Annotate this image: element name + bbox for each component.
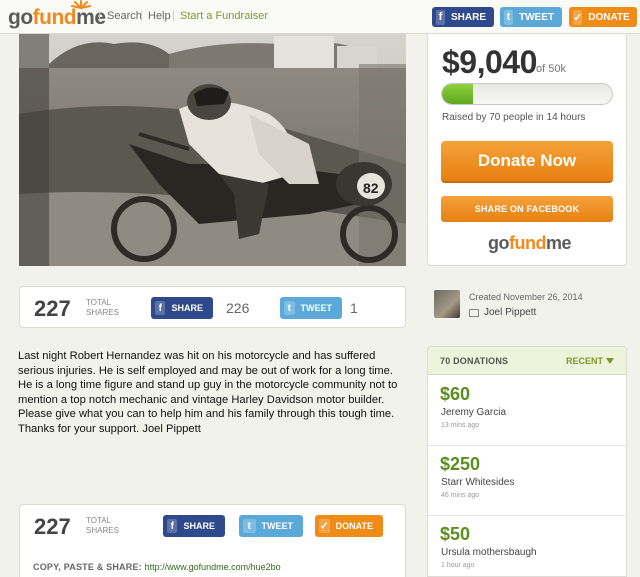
donation-item: $250 Starr Whitesides 46 mins ago [428,446,626,516]
copy-paste-share: COPY, PASTE & SHARE: http://www.gofundme… [33,562,281,572]
checkmark-icon: ✓ [319,519,330,533]
facebook-icon: f [155,301,166,315]
checkmark-icon: ✓ [573,9,583,25]
bottom-share-label: SHARE [183,521,215,531]
donation-item: $60 Jeremy Garcia 13 mins ago [428,376,626,446]
donor-name: Starr Whitesides [441,477,515,488]
share-on-facebook-button[interactable]: SHARE ON FACEBOOK [441,196,613,222]
facebook-icon: f [167,519,178,533]
motorcycle-rider-image: 82 [19,34,406,266]
twitter-icon: t [284,301,295,315]
sun-logo-icon [71,0,91,9]
donation-amount: $60 [440,384,471,404]
creator-avatar[interactable] [434,290,460,318]
panel-logo-fund: fund [509,233,546,253]
header-donate-label: DONATE [588,11,630,23]
raised-by-text: Raised by 70 people in 14 hours [442,112,586,123]
created-date: Created November 26, 2014 [469,292,583,302]
facebook-share-count: 226 [226,300,250,316]
logo-text-fund: fund [32,6,77,29]
campaign-url-link[interactable]: http://www.gofundme.com/hue2bo [145,562,281,572]
donor-name: Ursula mothersbaugh [441,547,537,558]
copy-paste-label: COPY, PASTE & SHARE: [33,562,142,572]
donation-time: 1 hour ago [441,562,475,569]
donation-item: $50 Ursula mothersbaugh 1 hour ago [428,516,626,576]
campaign-story: Last night Robert Hernandez was hit on h… [18,350,398,435]
share-button[interactable]: f SHARE [151,297,213,319]
facebook-icon: f [436,9,445,25]
share-bar: 227 TOTAL SHARES f SHARE 226 t TWEET 1 [19,286,406,328]
logo-text-me: me [76,6,106,29]
amount-raised: $9,040 [442,44,537,80]
donate-now-button[interactable]: Donate Now [441,141,613,183]
progress-bar [441,83,613,105]
donation-time: 46 mins ago [441,492,480,499]
nav-divider: | [98,10,101,22]
creator-contact-link[interactable]: Joel Pippett [469,307,536,318]
bottom-total-label: TOTAL [86,516,112,525]
progress-fill [442,84,473,104]
total-shares-label: TOTAL SHARES [86,298,119,318]
sort-recent-dropdown[interactable]: RECENT [566,356,603,366]
donations-count-title: 70 DONATIONS [440,356,509,366]
donation-amount: $250 [440,454,481,474]
bottom-share-button[interactable]: f SHARE [163,515,225,537]
shares-label: SHARES [86,308,119,317]
bottom-donate-button[interactable]: ✓ DONATE [315,515,383,537]
nav-search-link[interactable]: Search [107,10,142,22]
donation-amount: $50 [440,524,471,544]
donor-name: Jeremy Garcia [441,407,507,418]
total-label: TOTAL [86,298,112,307]
mail-icon [469,308,479,317]
share-button-label: SHARE [171,303,203,313]
top-navigation: go fund me | Search | Help | Start a Fundr… [0,0,640,34]
donations-header: 70 DONATIONS RECENT [428,347,626,375]
bottom-total-shares-label: TOTAL SHARES [86,516,119,536]
nav-help-link[interactable]: Help [148,10,171,22]
panel-logo-go: go [488,233,510,253]
header-donate-button[interactable]: ✓ DONATE [569,7,637,27]
nav-divider: | [172,10,175,22]
header-tweet-button[interactable]: t TWEET [500,7,562,27]
svg-text:82: 82 [363,180,379,196]
gofundme-logo[interactable]: go fund me [8,0,106,30]
bottom-tweet-button[interactable]: t TWEET [239,515,303,537]
bottom-shares-label: SHARES [86,526,119,535]
twitter-icon: t [504,9,513,25]
header-share-label: SHARE [450,11,486,23]
panel-gofundme-logo: gofundme [488,233,572,254]
bottom-donate-label: DONATE [335,521,373,531]
creator-info: Created November 26, 2014 Joel Pippett [427,286,627,326]
campaign-photo: 82 [19,34,406,266]
tweet-count: 1 [350,300,358,316]
tweet-button-label: TWEET [300,303,333,313]
logo-text-go: go [8,6,33,29]
nav-start-fundraiser-link[interactable]: Start a Fundraiser [180,10,268,22]
panel-logo-me: me [545,233,572,253]
header-tweet-label: TWEET [519,11,554,23]
goal-amount: of 50k [536,63,566,75]
tweet-button[interactable]: t TWEET [280,297,342,319]
header-share-button[interactable]: f SHARE [432,7,494,27]
creator-name: Joel Pippett [484,307,537,318]
donation-time: 13 mins ago [441,422,480,429]
chevron-down-icon[interactable] [606,358,614,364]
nav-divider: | [140,10,143,22]
donations-list: 70 DONATIONS RECENT $60 Jeremy Garcia 13… [427,346,627,577]
donation-summary-panel: $9,040 of 50k Raised by 70 people in 14 … [427,34,627,266]
bottom-total-shares-count: 227 [34,514,71,539]
bottom-tweet-label: TWEET [261,521,294,531]
twitter-icon: t [243,519,256,533]
total-shares-count: 227 [34,296,71,321]
